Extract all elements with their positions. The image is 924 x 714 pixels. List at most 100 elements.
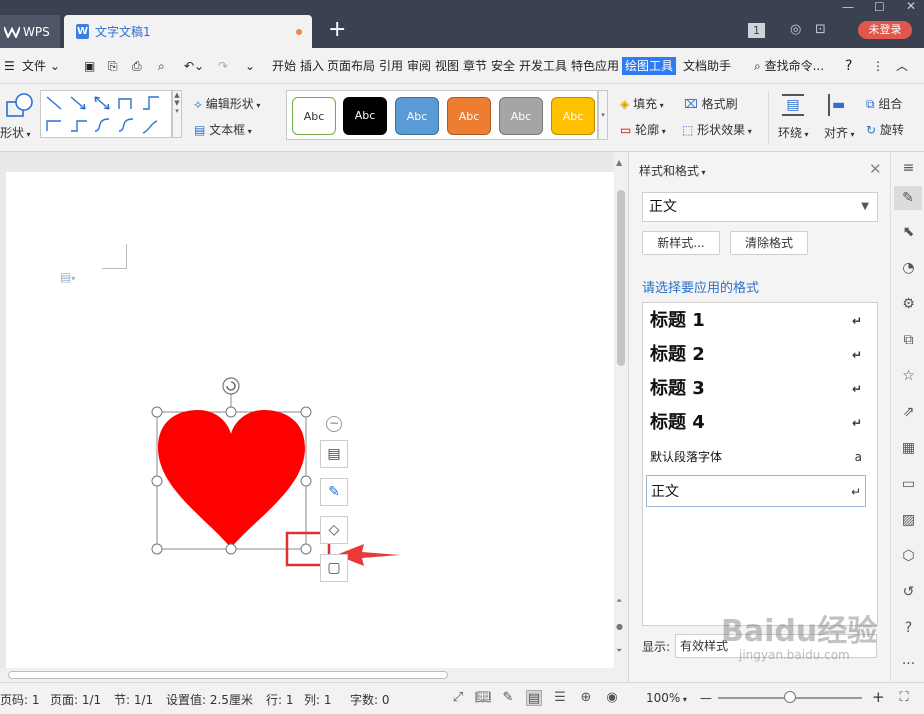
zoom-slider-knob[interactable] [784,691,796,703]
horizontal-scrollbar[interactable] [0,668,628,682]
style-item-heading-3[interactable]: 标题 3 ↵ [646,373,866,405]
outline-button[interactable]: ▭ 轮廓 ▾ [620,121,666,138]
status-setting[interactable]: 设置值: 2.5厘米 [166,691,253,708]
feedback-icon[interactable]: ⊡ [815,22,826,37]
more-options-icon[interactable]: ⋮ [872,57,884,75]
current-style-select[interactable]: 正文 ▼ [642,192,878,222]
zoom-level[interactable]: 100% ▾ [646,691,687,705]
scroll-up-icon[interactable]: ▲ [616,158,622,167]
menu-start[interactable]: 开始 [272,57,296,75]
style-swatch-orange[interactable]: Abc [447,97,491,135]
horizontal-scroll-thumb[interactable] [8,671,448,679]
maximize-icon[interactable]: ☐ [874,0,885,14]
group-button[interactable]: ⧉ 组合 [866,95,902,112]
status-word-count[interactable]: 字数: 0 [350,691,390,708]
menu-file[interactable]: 文件 ⌄ [22,57,60,75]
shapes-panel-icon[interactable]: ◔ [900,260,917,277]
shield-icon[interactable]: ⬡ [900,548,917,565]
export-icon[interactable]: ⎘ [108,57,118,75]
vertical-scrollbar[interactable]: ▲ ⏶ ● ⏷ [614,152,628,668]
print-icon[interactable]: ⎙ [132,57,142,75]
rotate-handle[interactable] [222,377,240,395]
status-section[interactable]: 节: 1/1 [114,691,153,708]
scroll-prev-page-icon[interactable]: ⏶ [616,596,622,606]
resize-handle-top-left[interactable] [151,406,163,418]
status-page-number[interactable]: 页码: 1 [0,691,40,708]
close-window-icon[interactable]: ✕ [906,0,916,13]
layout-options-button[interactable]: ▤ [320,440,348,468]
menu-view[interactable]: 视图 [435,57,459,75]
resize-handle-top-right[interactable] [300,406,312,418]
skin-icon[interactable]: ◎ [790,22,801,37]
new-tab-button[interactable]: + [328,18,346,42]
help-icon[interactable]: ? [845,57,852,75]
scroll-select-browse-icon[interactable]: ● [616,622,623,631]
style-item-default-font[interactable]: 默认段落字体 a [646,441,866,473]
line-gallery-scroll[interactable]: ▲ ▼ ▾ [172,90,182,138]
shape-style-button[interactable]: ✎ [320,478,348,506]
styles-pen-icon[interactable]: ✎ [894,186,922,210]
resize-handle-bottom[interactable] [225,543,237,555]
minimize-icon[interactable]: — [842,0,854,14]
panel-close-icon[interactable]: ✕ [869,160,882,178]
menu-doc-assistant[interactable]: 文档助手 [683,57,731,75]
wps-app-tab[interactable]: WPS [0,15,60,48]
menu-lines-icon[interactable]: ≡ [900,160,917,177]
style-item-body[interactable]: 正文 ↵ [646,475,866,507]
edit-shape-button[interactable]: ⟡ 编辑形状 ▾ [194,95,260,112]
adjust-settings-icon[interactable]: ⚙ [900,296,917,313]
window-count-badge[interactable]: 1 [748,23,765,38]
calendar-icon[interactable]: ▦ [900,440,917,457]
resize-handle-bottom-right[interactable] [300,543,312,555]
style-swatch-white[interactable]: Abc [292,97,336,135]
status-pages[interactable]: 页面: 1/1 [50,691,101,708]
hamburger-icon[interactable]: ☰ [4,57,15,75]
vertical-scroll-thumb[interactable] [617,190,625,366]
fill-shape-button[interactable]: ◇ [320,516,348,544]
clear-format-button[interactable]: 清除格式 [730,231,808,255]
template-icon[interactable]: ⧉ [900,332,917,349]
fill-button[interactable]: ◈ 填充 ▾ [620,95,664,112]
text-box-button[interactable]: ▤ 文本框 ▾ [194,121,252,138]
star-icon[interactable]: ☆ [900,368,917,385]
menu-page-layout[interactable]: 页面布局 [327,57,375,75]
menu-insert[interactable]: 插入 [300,57,324,75]
zoom-out-button[interactable]: — [700,691,712,705]
fit-window-icon[interactable]: ⛶ [896,690,912,706]
heart-shape[interactable] [158,410,305,548]
outline-view-icon[interactable]: ☰ [552,690,568,706]
login-button[interactable]: 未登录 [858,21,912,39]
document-tab[interactable]: W 文字文稿1 [64,15,312,48]
style-swatch-blue[interactable]: Abc [395,97,439,135]
more-panels-icon[interactable]: ··· [900,656,917,673]
undo-icon[interactable]: ↶⌄ [184,57,204,75]
history-icon[interactable]: ↺ [900,584,917,601]
panel-title[interactable]: 样式和格式 ▾ [639,162,706,179]
resize-handle-right[interactable] [300,475,312,487]
zoom-in-button[interactable]: + [872,688,885,706]
document-page[interactable]: ▤▾ − ▤ ✎ ◇ ▢ [6,172,614,668]
save-icon[interactable]: ▣ [84,57,95,75]
collapse-toolbar-icon[interactable]: − [326,416,342,432]
quick-access-more-icon[interactable]: ⌄ [245,57,255,75]
page-view-icon[interactable]: ▤ [526,690,542,706]
menu-features[interactable]: 特色应用 [571,57,619,75]
help-circle-icon[interactable]: ? [900,620,917,637]
paragraph-layout-icon[interactable]: ▤▾ [60,270,75,284]
web-view-icon[interactable]: ⊕ [578,690,594,706]
scroll-next-page-icon[interactable]: ⏷ [616,646,622,656]
menu-review[interactable]: 审阅 [407,57,431,75]
resize-handle-left[interactable] [151,475,163,487]
rotate-button[interactable]: ↻ 旋转 [866,121,904,138]
redo-icon[interactable]: ↷ [218,57,228,75]
line-shapes-gallery[interactable] [40,90,172,138]
style-item-heading-1[interactable]: 标题 1 ↵ [646,305,866,337]
collapse-ribbon-icon[interactable]: ︿ [896,57,908,75]
style-item-heading-4[interactable]: 标题 4 ↵ [646,407,866,439]
shape-effects-button[interactable]: ⬚ 形状效果 ▾ [682,121,752,138]
style-swatch-black[interactable]: Abc [343,97,387,135]
menu-references[interactable]: 引用 [379,57,403,75]
new-style-button[interactable]: 新样式... [642,231,720,255]
wrap-button[interactable]: ▤ 环绕 ▾ [776,92,814,144]
archive-icon[interactable]: ▭ [900,476,917,493]
